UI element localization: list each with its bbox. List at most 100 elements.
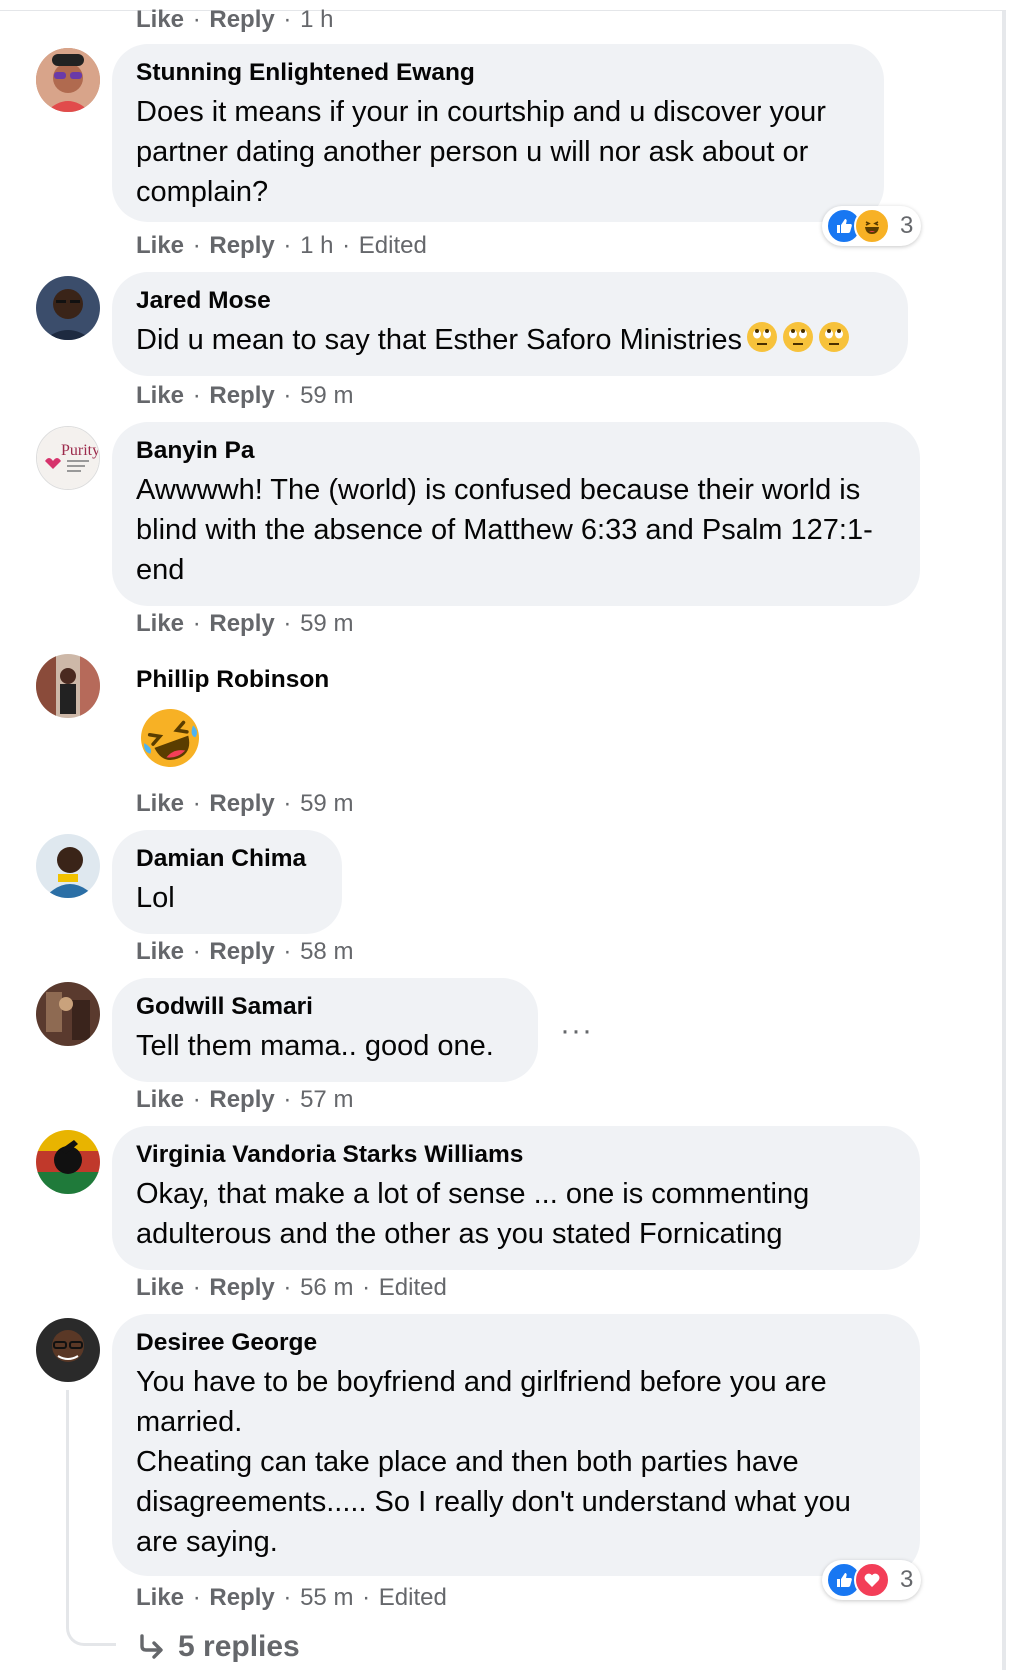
replies-count-label: 5 replies (178, 1630, 300, 1663)
like-link[interactable]: Like (136, 1584, 184, 1611)
reply-link[interactable]: Reply (209, 232, 274, 259)
more-options-icon[interactable]: ··· (560, 1014, 593, 1048)
thread-connector-line (66, 1390, 116, 1646)
comment-author[interactable]: Jared Mose (136, 286, 884, 316)
avatar[interactable] (36, 982, 100, 1046)
comment-actions: Like · Reply · 59 m (136, 382, 353, 410)
comment-actions: Like · Reply · 59 m (136, 610, 353, 638)
edited-label: Edited (358, 232, 427, 259)
edited-label: Edited (378, 1584, 447, 1611)
reaction-count: 3 (900, 1566, 914, 1593)
separator-dot: · (192, 6, 201, 33)
separator-dot: · (283, 938, 292, 965)
comment-bubble: Jared Mose Did u mean to say that Esther… (112, 272, 908, 376)
comment-author[interactable]: Godwill Samari (136, 992, 514, 1022)
comment-time[interactable]: 55 m (300, 1584, 353, 1611)
avatar[interactable] (36, 48, 100, 112)
like-link[interactable]: Like (136, 6, 184, 33)
comment-actions: Like · Reply · 57 m (136, 1086, 353, 1114)
reply-link[interactable]: Reply (209, 1584, 274, 1611)
like-link[interactable]: Like (136, 1086, 184, 1113)
reply-link[interactable]: Reply (209, 1086, 274, 1113)
comment-actions: Like · Reply · 55 m · Edited (136, 1584, 447, 1612)
comment-time[interactable]: 59 m (300, 382, 353, 409)
reply-link[interactable]: Reply (209, 6, 274, 33)
comment-actions: Like · Reply · 58 m (136, 938, 353, 966)
comment-author[interactable]: Phillip Robinson (136, 666, 329, 694)
separator-dot: · (362, 1584, 371, 1611)
separator-dot: · (192, 1086, 201, 1113)
like-link[interactable]: Like (136, 610, 184, 637)
comment-bubble: Banyin Pa Awwwwh! The (world) is confuse… (112, 422, 920, 606)
rolling-laughing-icon (138, 706, 202, 775)
rolling-eyes-icon (818, 321, 850, 364)
like-link[interactable]: Like (136, 382, 184, 409)
comment-text: You have to be boyfriend and girlfriend … (136, 1366, 851, 1558)
separator-dot: · (283, 1086, 292, 1113)
comment-bubble: Desiree George You have to be boyfriend … (112, 1314, 920, 1576)
prev-comment-actions: Like · Reply · 1 h (136, 6, 333, 34)
comment-actions: Like · Reply · 56 m · Edited (136, 1274, 447, 1302)
avatar[interactable] (36, 834, 100, 898)
reaction-count: 3 (900, 212, 914, 239)
separator-dot: · (283, 382, 292, 409)
comment-bubble: Virginia Vandoria Starks Williams Okay, … (112, 1126, 920, 1270)
avatar[interactable] (36, 276, 100, 340)
avatar[interactable] (36, 1130, 100, 1194)
separator-dot: · (283, 1274, 292, 1301)
avatar-logo-text: Purity (61, 442, 99, 459)
reaction-summary[interactable]: 3 (822, 206, 922, 246)
comment-time[interactable]: 57 m (300, 1086, 353, 1113)
comment-author[interactable]: Banyin Pa (136, 436, 896, 466)
separator-dot: · (283, 610, 292, 637)
comment-time[interactable]: 1 h (300, 6, 333, 33)
separator-dot: · (192, 610, 201, 637)
avatar[interactable] (36, 1318, 100, 1382)
reply-link[interactable]: Reply (209, 610, 274, 637)
comment-time[interactable]: 59 m (300, 790, 353, 817)
separator-dot: · (192, 938, 201, 965)
separator-dot: · (283, 1584, 292, 1611)
comment-time[interactable]: 1 h (300, 232, 333, 259)
like-link[interactable]: Like (136, 1274, 184, 1301)
like-link[interactable]: Like (136, 938, 184, 965)
comment-author[interactable]: Desiree George (136, 1328, 896, 1358)
comment-text: Does it means if your in courtship and u… (136, 96, 826, 208)
reply-arrow-icon (138, 1634, 166, 1660)
separator-dot: · (192, 382, 201, 409)
comment-time[interactable]: 58 m (300, 938, 353, 965)
separator-dot: · (362, 1274, 371, 1301)
avatar[interactable] (36, 654, 100, 718)
comment-author[interactable]: Stunning Enlightened Ewang (136, 58, 860, 88)
comment-text: Lol (136, 882, 175, 914)
haha-icon (854, 208, 890, 244)
comment-text: Tell them mama.. good one. (136, 1030, 494, 1062)
edited-label: Edited (378, 1274, 447, 1301)
rolling-eyes-icon (746, 321, 778, 364)
view-replies-link[interactable]: 5 replies (138, 1630, 300, 1664)
comment-actions: Like · Reply · 1 h · Edited (136, 232, 427, 260)
like-link[interactable]: Like (136, 232, 184, 259)
comment-time[interactable]: 59 m (300, 610, 353, 637)
reaction-summary[interactable]: 3 (822, 1560, 922, 1600)
separator-dot: · (192, 232, 201, 259)
separator-dot: · (283, 232, 292, 259)
comment-bubble: Stunning Enlightened Ewang Does it means… (112, 44, 884, 222)
separator-dot: · (192, 1274, 201, 1301)
reply-link[interactable]: Reply (209, 382, 274, 409)
reply-link[interactable]: Reply (209, 1274, 274, 1301)
like-link[interactable]: Like (136, 790, 184, 817)
comment-bubble: Damian Chima Lol (112, 830, 342, 934)
reply-link[interactable]: Reply (209, 938, 274, 965)
avatar[interactable]: Purity (36, 426, 100, 490)
comment-author[interactable]: Virginia Vandoria Starks Williams (136, 1140, 896, 1170)
separator-dot: · (192, 790, 201, 817)
comment-author[interactable]: Damian Chima (136, 844, 318, 874)
comment-text-line: Did u mean to say that Esther Saforo Min… (136, 320, 884, 364)
separator-dot: · (283, 6, 292, 33)
love-icon (854, 1562, 890, 1598)
reply-link[interactable]: Reply (209, 790, 274, 817)
comment-actions: Like · Reply · 59 m (136, 790, 353, 818)
comment-time[interactable]: 56 m (300, 1274, 353, 1301)
separator-dot: · (342, 232, 351, 259)
